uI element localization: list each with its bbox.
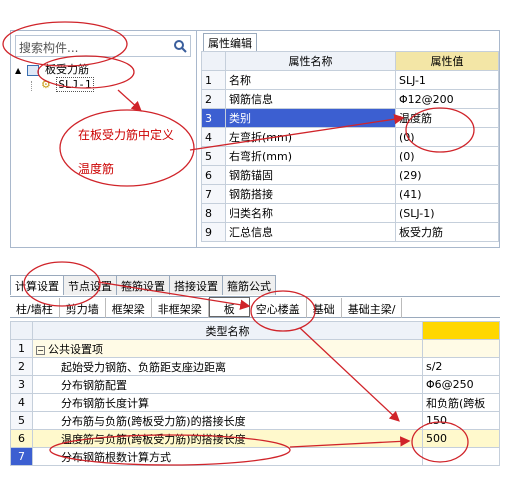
ellipse-search [2,21,128,67]
ellipse-lap-row [49,434,291,466]
ellipse-500-value [411,421,469,463]
arrow-to-value [289,436,411,448]
ellipse-temp-rebar [405,107,475,153]
arrow-to-category [189,114,405,151]
ellipse-tree [37,55,135,89]
annotation-layer [2,21,475,466]
arrow-to-slab [97,281,251,310]
arrow-to-lap-row [299,327,400,422]
annotation-line1: 在板受力筋中定义 [78,128,175,142]
arrow-to-note [117,89,142,112]
ellipse-calc-tab [23,261,101,307]
annotation-line2: 温度筋 [78,162,115,176]
ellipse-slab-tab [250,290,316,332]
